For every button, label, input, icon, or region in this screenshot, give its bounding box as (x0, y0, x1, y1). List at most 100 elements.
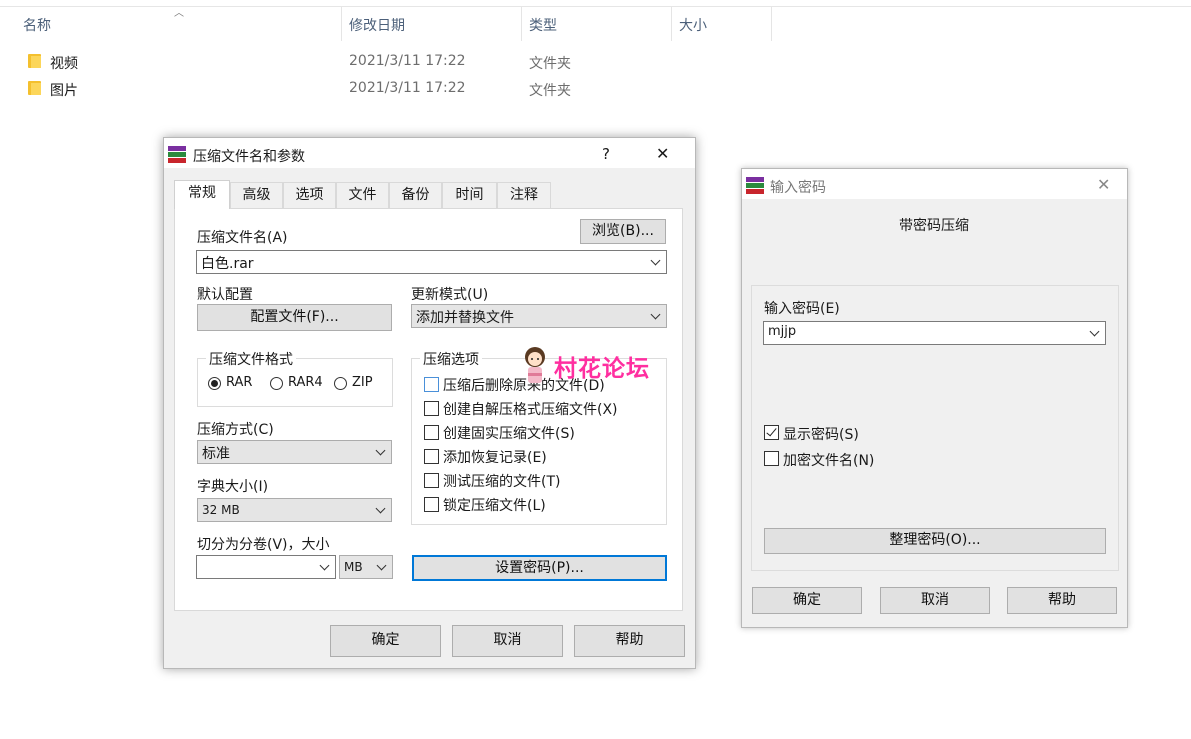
archive-name-combobox[interactable]: 白色.rar (196, 250, 667, 274)
girl-mascot-icon (525, 347, 545, 383)
chevron-down-icon[interactable] (376, 561, 388, 573)
password-panel: 输入密码(E) mjjp 显示密码(S) 加密文件名(N) 整理密码(O)... (751, 285, 1119, 571)
archive-name-label: 压缩文件名(A) (197, 230, 288, 246)
ok-button[interactable]: 确定 (330, 625, 441, 657)
archive-format-group-title: 压缩文件格式 (206, 349, 296, 369)
compression-method-value: 标准 (202, 446, 230, 462)
password-heading: 带密码压缩 (899, 218, 969, 234)
compression-method-label: 压缩方式(C) (197, 422, 274, 438)
archive-options-group-title: 压缩选项 (420, 349, 482, 369)
folder-icon (28, 81, 41, 95)
encrypt-names-checkbox[interactable] (764, 451, 779, 466)
format-rar-label[interactable]: RAR (226, 375, 252, 390)
file-type: 文件夹 (529, 83, 571, 99)
chevron-down-icon[interactable] (319, 561, 331, 573)
split-size-combobox[interactable] (196, 555, 336, 579)
password-dialog: 输入密码 ✕ 带密码压缩 输入密码(E) mjjp 显示密码(S) 加密文件名(… (741, 168, 1128, 628)
browse-button[interactable]: 浏览(B)... (580, 219, 666, 244)
file-type: 文件夹 (529, 56, 571, 72)
archive-format-group: 压缩文件格式 RAR RAR4 ZIP (197, 349, 393, 407)
chevron-down-icon[interactable] (375, 446, 387, 458)
tab-files[interactable]: 文件 (336, 182, 389, 208)
create-solid-label[interactable]: 创建固实压缩文件(S) (443, 423, 575, 443)
column-header-modified[interactable]: 修改日期 (349, 15, 405, 35)
help-button[interactable]: 帮助 (574, 625, 685, 657)
profiles-button[interactable]: 配置文件(F)... (197, 304, 392, 331)
dialog-title: 压缩文件名和参数 (193, 149, 305, 165)
dialog-title-bar[interactable]: 压缩文件名和参数 ? ✕ (164, 138, 695, 168)
default-profile-label: 默认配置 (197, 287, 253, 303)
test-files-label[interactable]: 测试压缩的文件(T) (443, 471, 560, 491)
update-mode-label: 更新模式(U) (411, 287, 489, 303)
tab-options[interactable]: 选项 (283, 182, 336, 208)
dialog-title-bar[interactable]: 输入密码 ✕ (742, 169, 1127, 199)
lock-archive-checkbox[interactable] (424, 497, 439, 512)
compression-method-select[interactable]: 标准 (197, 440, 392, 464)
chevron-down-icon[interactable] (650, 256, 662, 268)
tab-advanced[interactable]: 高级 (230, 182, 283, 208)
cancel-button[interactable]: 取消 (452, 625, 563, 657)
show-password-label[interactable]: 显示密码(S) (783, 424, 859, 444)
close-icon[interactable]: ✕ (1097, 175, 1110, 194)
tab-time[interactable]: 时间 (442, 182, 497, 208)
dialog-title: 输入密码 (770, 180, 826, 196)
file-list-header: ︿ 名称 修改日期 类型 大小 (0, 6, 1191, 41)
tab-backup[interactable]: 备份 (389, 182, 442, 208)
split-unit-value: MB (344, 560, 363, 574)
tab-general[interactable]: 常规 (174, 180, 230, 209)
close-icon[interactable]: ✕ (656, 144, 669, 163)
cancel-button[interactable]: 取消 (880, 587, 990, 614)
set-password-button[interactable]: 设置密码(P)... (412, 555, 667, 581)
organize-passwords-button[interactable]: 整理密码(O)... (764, 528, 1106, 554)
update-mode-value: 添加并替换文件 (416, 310, 514, 326)
split-volumes-label: 切分为分卷(V)，大小 (197, 537, 330, 553)
password-combobox[interactable]: mjjp (763, 321, 1106, 345)
help-button[interactable]: 帮助 (1007, 587, 1117, 614)
format-rar-radio[interactable] (208, 377, 221, 390)
ok-button[interactable]: 确定 (752, 587, 862, 614)
dictionary-size-select[interactable]: 32 MB (197, 498, 392, 522)
show-password-checkbox[interactable] (764, 425, 779, 440)
column-header-name[interactable]: 名称 (23, 15, 51, 35)
file-row[interactable]: 视频 2021/3/11 17:22 文件夹 (0, 48, 800, 74)
column-divider[interactable] (671, 7, 672, 41)
encrypt-names-label[interactable]: 加密文件名(N) (783, 450, 874, 470)
file-row[interactable]: 图片 2021/3/11 17:22 文件夹 (0, 75, 800, 101)
tab-strip: 常规 高级 选项 文件 备份 时间 注释 (174, 180, 674, 209)
delete-after-checkbox[interactable] (424, 377, 439, 392)
format-zip-label[interactable]: ZIP (352, 375, 373, 390)
recovery-record-label[interactable]: 添加恢复记录(E) (443, 447, 547, 467)
sort-ascending-icon: ︿ (174, 8, 184, 19)
chevron-down-icon[interactable] (375, 504, 387, 516)
winrar-icon (168, 146, 186, 163)
recovery-record-checkbox[interactable] (424, 449, 439, 464)
format-rar4-label[interactable]: RAR4 (288, 375, 323, 390)
split-unit-select[interactable]: MB (339, 555, 393, 579)
tab-panel-general: 压缩文件名(A) 浏览(B)... 白色.rar 默认配置 配置文件(F)...… (174, 208, 683, 611)
test-files-checkbox[interactable] (424, 473, 439, 488)
help-icon[interactable]: ? (602, 145, 610, 163)
file-name: 图片 (50, 83, 78, 99)
forum-watermark: 村花论坛 (518, 345, 678, 385)
password-label: 输入密码(E) (764, 301, 840, 317)
create-sfx-checkbox[interactable] (424, 401, 439, 416)
create-solid-checkbox[interactable] (424, 425, 439, 440)
chevron-down-icon[interactable] (650, 310, 662, 322)
file-modified: 2021/3/11 17:22 (349, 53, 466, 69)
dictionary-size-label: 字典大小(I) (197, 479, 269, 495)
column-header-type[interactable]: 类型 (529, 15, 557, 35)
format-zip-radio[interactable] (334, 377, 347, 390)
column-header-size[interactable]: 大小 (679, 15, 707, 35)
watermark-text: 村花论坛 (554, 356, 650, 382)
update-mode-select[interactable]: 添加并替换文件 (411, 304, 667, 328)
archive-settings-dialog: 压缩文件名和参数 ? ✕ 常规 高级 选项 文件 备份 时间 注释 压缩文件名(… (163, 137, 696, 669)
file-modified: 2021/3/11 17:22 (349, 80, 466, 96)
column-divider[interactable] (521, 7, 522, 41)
create-sfx-label[interactable]: 创建自解压格式压缩文件(X) (443, 399, 618, 419)
column-divider[interactable] (341, 7, 342, 41)
format-rar4-radio[interactable] (270, 377, 283, 390)
chevron-down-icon[interactable] (1089, 327, 1101, 339)
tab-comment[interactable]: 注释 (497, 182, 551, 208)
lock-archive-label[interactable]: 锁定压缩文件(L) (443, 495, 546, 515)
column-divider[interactable] (771, 7, 772, 41)
